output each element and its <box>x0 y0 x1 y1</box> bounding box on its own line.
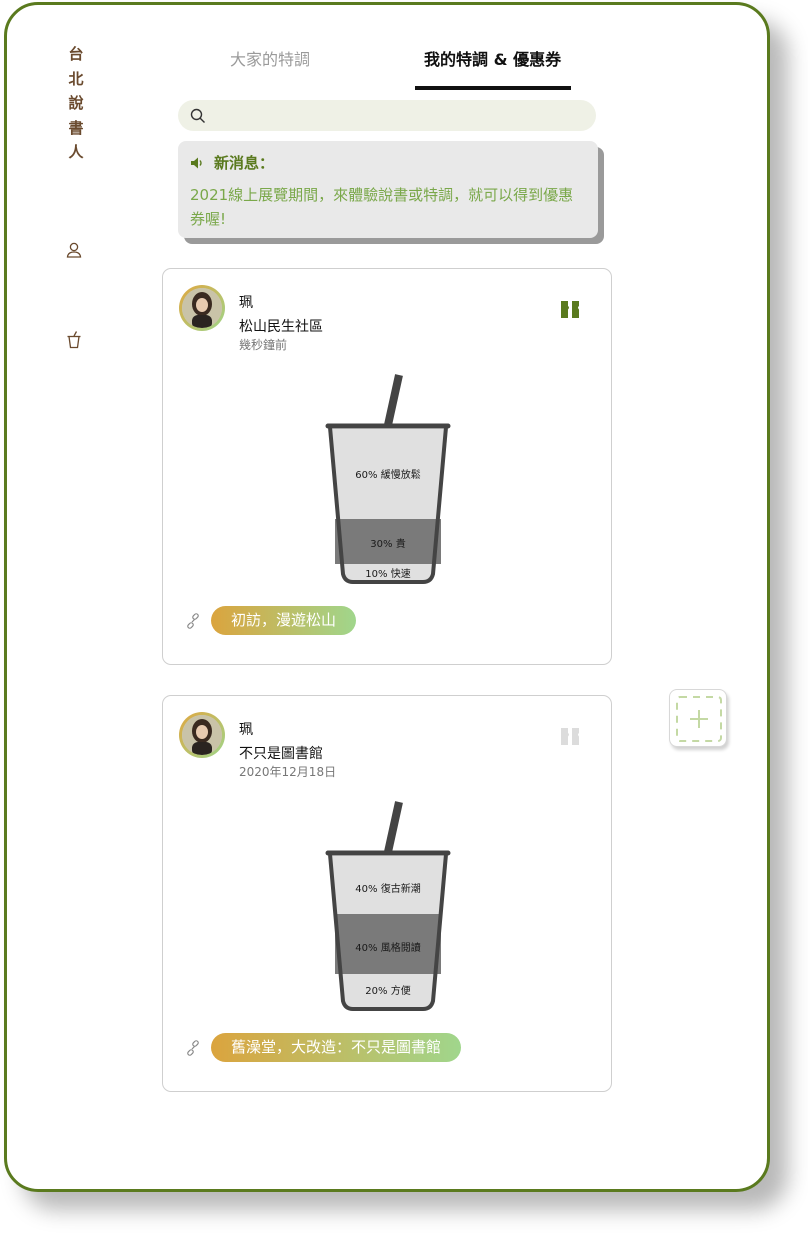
link-icon[interactable] <box>185 613 201 629</box>
post-place: 不只是圖書館 <box>239 746 323 762</box>
brand-logo[interactable]: 台 北 說 書 人 <box>66 42 86 165</box>
post-tag[interactable]: 初訪，漫遊松山 <box>211 606 357 635</box>
search-bar[interactable] <box>178 100 596 131</box>
tab-my-blends-coupons[interactable]: 我的特調 & 優惠券 <box>424 46 561 70</box>
brand-char: 說 <box>68 94 84 112</box>
coupon-icon[interactable] <box>561 728 579 745</box>
avatar-photo <box>182 715 222 755</box>
link-icon[interactable] <box>185 1040 201 1056</box>
avatar-photo <box>182 288 222 328</box>
post-tag[interactable]: 舊澡堂，大改造：不只是圖書館 <box>211 1033 462 1062</box>
cup-layer-label: 40% 風格閱讀 <box>355 941 420 954</box>
brand-char: 人 <box>68 143 84 161</box>
cup-layer-label: 20% 方便 <box>365 984 410 997</box>
avatar[interactable] <box>179 285 225 331</box>
cup-layer-label: 30% 貴 <box>370 537 405 550</box>
post-card[interactable]: 珮 不只是圖書館 2020年12月18日 40% 復古新潮 40% 風格閱讀 2… <box>162 695 612 1092</box>
post-place: 松山民生社區 <box>239 319 323 335</box>
tab-public-blends[interactable]: 大家的特調 <box>230 46 310 70</box>
post-time: 2020年12月18日 <box>239 765 337 779</box>
notice-body: 2021線上展覽期間，來體驗說書或特調，就可以得到優惠券喔! <box>190 186 574 228</box>
brand-char: 台 <box>68 45 84 63</box>
active-tab-indicator <box>415 86 571 90</box>
blend-cup-chart: 40% 復古新潮 40% 風格閱讀 20% 方便 <box>325 801 451 1011</box>
cup-straw <box>384 374 403 426</box>
cup-layer-label: 40% 復古新潮 <box>355 882 420 895</box>
post-author: 珮 <box>239 295 253 311</box>
news-notice: 新消息： 2021線上展覽期間，來體驗說書或特調，就可以得到優惠券喔! <box>178 141 598 238</box>
notice-title: 新消息： <box>214 154 275 172</box>
post-author: 珮 <box>239 722 253 738</box>
user-icon[interactable] <box>64 240 84 260</box>
brand-char: 書 <box>68 118 84 137</box>
cup-layer-label: 10% 快速 <box>365 568 410 580</box>
search-icon <box>190 108 205 123</box>
add-post-button[interactable] <box>669 689 727 747</box>
cup-layer-label: 60% 緩慢放鬆 <box>355 468 420 481</box>
cup-icon[interactable] <box>64 330 84 350</box>
coupon-icon[interactable] <box>561 301 579 318</box>
speaker-icon <box>191 157 202 168</box>
search-input[interactable] <box>214 107 596 124</box>
brand-char: 北 <box>68 69 84 88</box>
notice-header: 新消息： <box>190 152 586 173</box>
add-icon <box>676 696 722 742</box>
post-card[interactable]: 珮 松山民生社區 幾秒鐘前 60% 緩慢放鬆 30% 貴 10% 快速 初訪，漫… <box>162 268 612 665</box>
post-time: 幾秒鐘前 <box>239 338 288 352</box>
blend-cup-chart: 60% 緩慢放鬆 30% 貴 10% 快速 <box>325 374 451 584</box>
avatar[interactable] <box>179 712 225 758</box>
cup-straw <box>384 801 403 853</box>
